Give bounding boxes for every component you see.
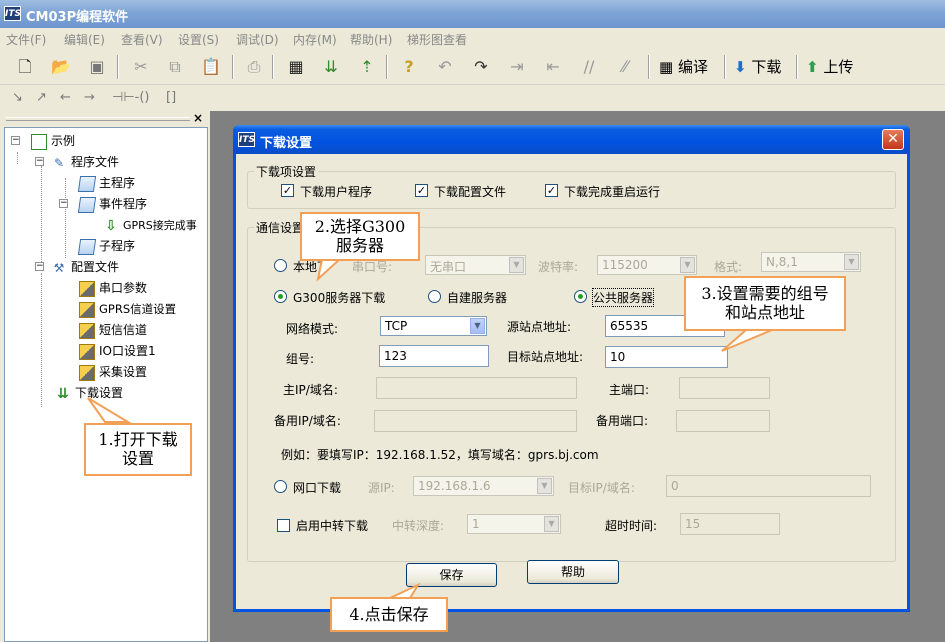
- callout-step1: 1.打开下载设置: [84, 423, 192, 476]
- callout-step3: 3.设置需要的组号和站点地址: [684, 276, 846, 331]
- callout-step4: 4.点击保存: [330, 597, 448, 632]
- callout-step2: 2.选择G300服务器: [300, 212, 420, 261]
